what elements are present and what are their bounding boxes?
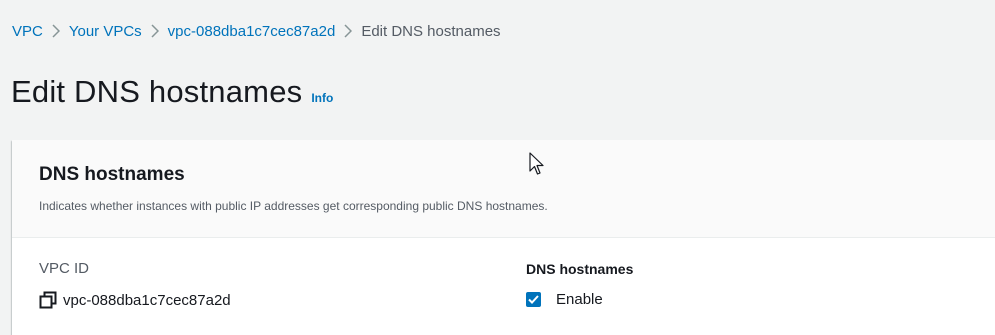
page: VPC Your VPCs vpc-088dba1c7cec87a2d Edit… <box>0 0 995 335</box>
page-header: Edit DNS hostnames Info <box>11 74 333 110</box>
vpc-id-value: vpc-088dba1c7cec87a2d <box>63 291 231 309</box>
info-link[interactable]: Info <box>311 91 333 105</box>
vpc-id-label: VPC ID <box>39 260 90 277</box>
enable-checkbox[interactable] <box>526 292 541 307</box>
chevron-right-icon <box>335 24 361 38</box>
container-header: DNS hostnames Indicates whether instance… <box>12 140 995 238</box>
dns-hostnames-label: DNS hostnames <box>526 261 634 277</box>
page-title: Edit DNS hostnames <box>11 74 303 109</box>
dns-hostnames-container: DNS hostnames Indicates whether instance… <box>12 140 995 335</box>
breadcrumb-item-your-vpcs[interactable]: Your VPCs <box>69 23 142 40</box>
enable-label[interactable]: Enable <box>556 291 603 308</box>
section-title: DNS hostnames <box>39 164 185 185</box>
vpc-id-value-row: vpc-088dba1c7cec87a2d <box>39 291 231 309</box>
check-icon <box>528 295 539 304</box>
chevron-right-icon <box>43 24 69 38</box>
chevron-right-icon <box>142 24 168 38</box>
breadcrumb-item-current: Edit DNS hostnames <box>361 22 501 40</box>
breadcrumb-item-vpc-id[interactable]: vpc-088dba1c7cec87a2d <box>168 23 336 40</box>
breadcrumb-item-vpc[interactable]: VPC <box>12 23 43 40</box>
mouse-pointer-icon <box>529 152 545 176</box>
copy-icon[interactable] <box>39 291 57 309</box>
section-description: Indicates whether instances with public … <box>39 199 548 213</box>
breadcrumb: VPC Your VPCs vpc-088dba1c7cec87a2d Edit… <box>12 20 501 42</box>
enable-checkbox-row[interactable]: Enable <box>526 291 603 308</box>
